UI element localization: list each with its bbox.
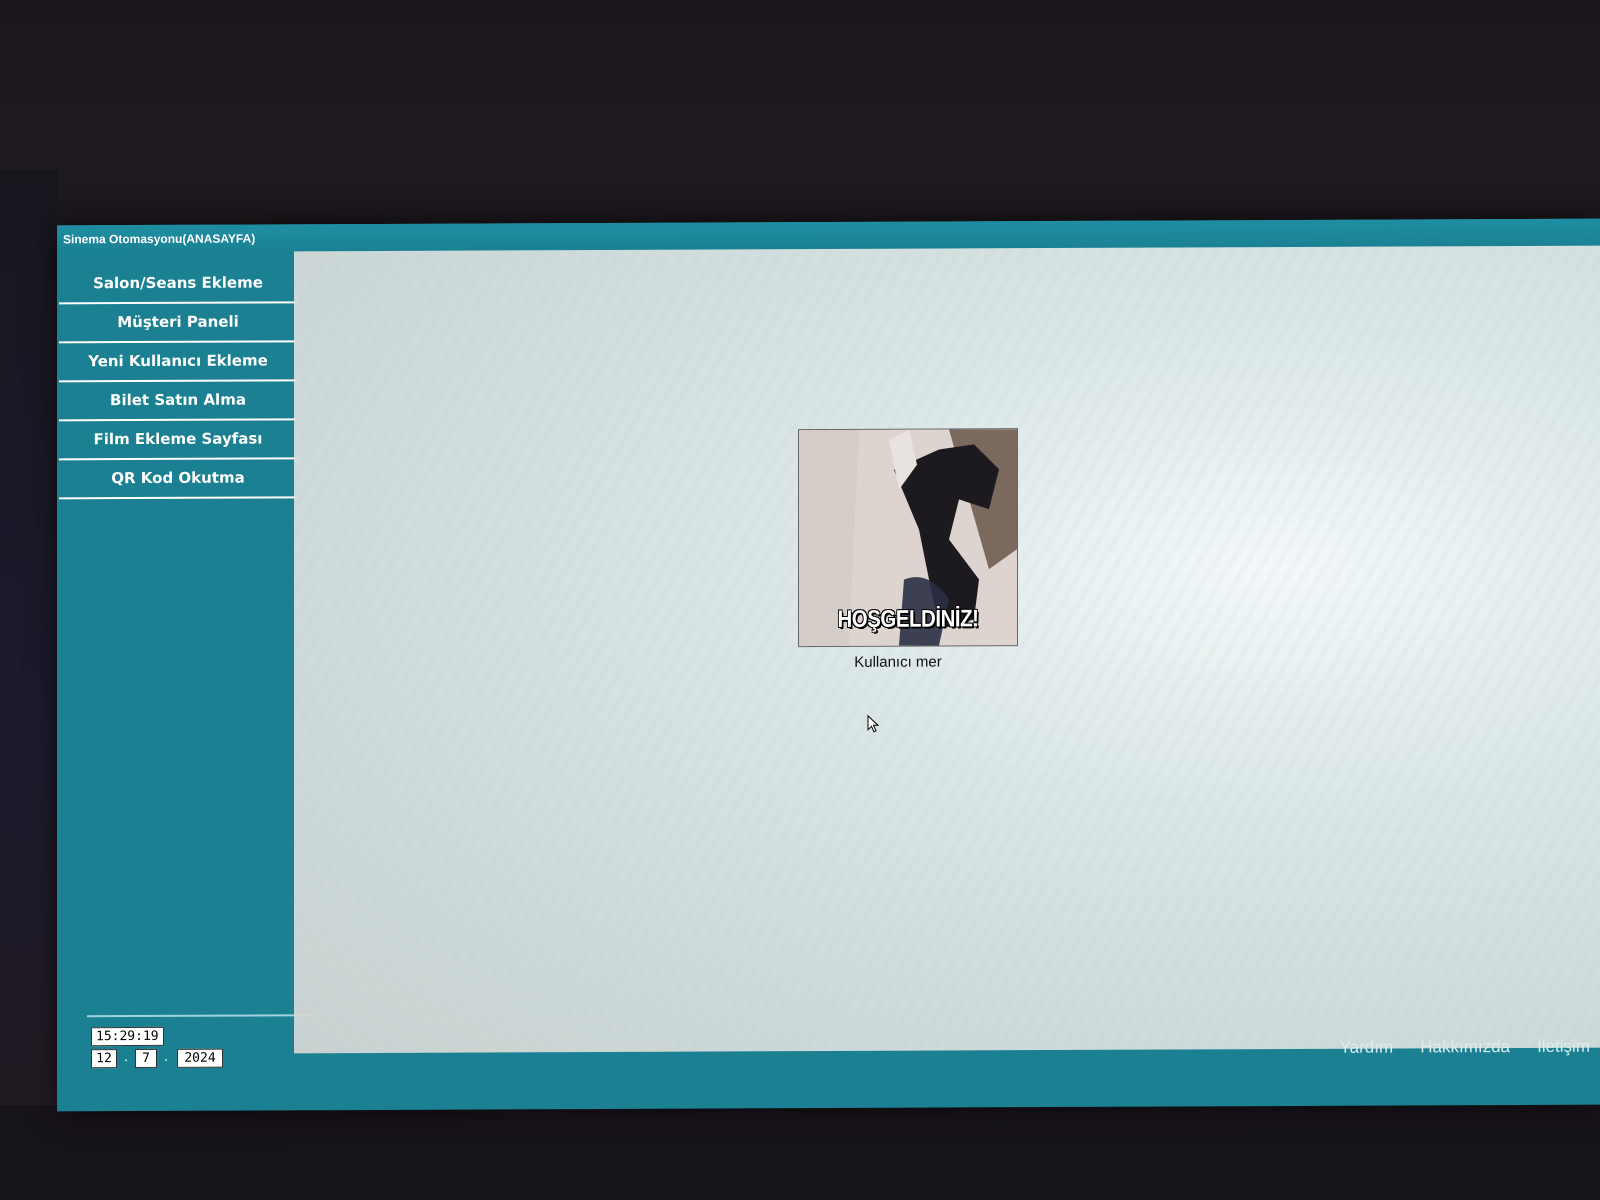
date-separator: . — [163, 1049, 169, 1065]
sidebar-menu: Salon/Seans Ekleme Müşteri Paneli Yeni K… — [59, 264, 299, 500]
sidebar-item-yeni-kullanici-ekleme[interactable]: Yeni Kullanıcı Ekleme — [59, 342, 297, 383]
about-link[interactable]: Hakkımızda — [1420, 1037, 1510, 1057]
date-separator: . — [123, 1050, 129, 1066]
date-year: 2024 — [177, 1048, 223, 1068]
welcome-caption: HOŞGELDİNİZ! — [837, 605, 979, 633]
contact-link[interactable]: İletişim — [1537, 1037, 1590, 1057]
time-display: 15:29:19 — [91, 1026, 164, 1047]
sidebar-item-bilet-satin-alma[interactable]: Bilet Satın Alma — [59, 381, 297, 422]
sidebar-item-salon-seans-ekleme[interactable]: Salon/Seans Ekleme — [59, 264, 297, 305]
welcome-image: HOŞGELDİNİZ! — [798, 428, 1018, 648]
mouse-cursor-icon — [867, 714, 880, 733]
app-window: Sinema Otomasyonu(ANASAYFA) Salon/Seans … — [57, 218, 1600, 1112]
help-link[interactable]: Yardım — [1340, 1038, 1394, 1058]
monitor-bezel-bottom — [0, 1105, 1600, 1200]
monitor-bezel-left — [0, 170, 58, 1110]
date-day: 12 — [91, 1049, 117, 1069]
date-month: 7 — [135, 1048, 157, 1069]
sidebar: Salon/Seans Ekleme Müşteri Paneli Yeni K… — [59, 264, 299, 1085]
footer-links: Yardım Hakkımızda İletişim — [1318, 1037, 1590, 1068]
sidebar-item-film-ekleme-sayfasi[interactable]: Film Ekleme Sayfası — [59, 420, 297, 461]
monitor-bezel-top — [0, 0, 1600, 225]
sidebar-item-qr-kod-okutma[interactable]: QR Kod Okutma — [59, 459, 297, 500]
window-title: Sinema Otomasyonu(ANASAYFA) — [63, 231, 256, 247]
user-label: Kullanıcı mer — [854, 653, 942, 671]
clock-panel: 15:29:19 12 . 7 . 2024 — [87, 1014, 312, 1073]
main-content: HOŞGELDİNİZ! Kullanıcı mer — [294, 245, 1600, 1054]
sidebar-item-musteri-paneli[interactable]: Müşteri Paneli — [59, 303, 297, 344]
